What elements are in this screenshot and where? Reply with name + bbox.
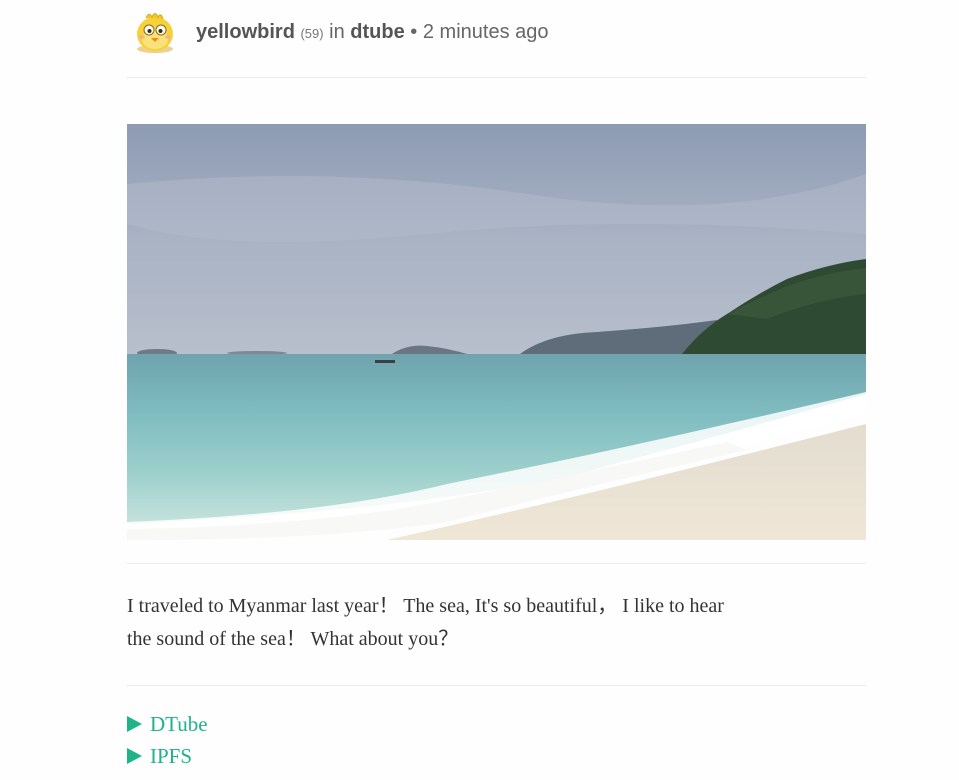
post-body: I traveled to Myanmar last year！ The sea… xyxy=(127,590,866,656)
ipfs-link[interactable]: IPFS xyxy=(127,740,208,772)
author-line: yellowbird (59) in dtube • 2 minutes ago xyxy=(196,21,549,44)
avatar[interactable] xyxy=(132,9,178,55)
dtube-link[interactable]: DTube xyxy=(127,708,208,740)
yellow-bird-icon xyxy=(137,13,173,53)
body-divider xyxy=(127,685,866,686)
separator-dot: • xyxy=(410,20,418,43)
image-divider xyxy=(127,563,866,564)
post-image[interactable] xyxy=(127,124,866,540)
beach-photo xyxy=(127,124,866,540)
play-triangle-icon xyxy=(127,748,142,764)
post-time[interactable]: 2 minutes ago xyxy=(423,21,549,43)
post-header: yellowbird (59) in dtube • 2 minutes ago xyxy=(132,8,549,56)
ipfs-link-label: IPFS xyxy=(150,744,193,768)
play-triangle-icon xyxy=(127,716,142,732)
video-links: DTube IPFS xyxy=(127,708,208,772)
author-name[interactable]: yellowbird xyxy=(196,21,295,43)
author-reputation: (59) xyxy=(300,25,324,41)
post-body-line-2: the sound of the sea！ What about you？ xyxy=(127,628,459,650)
community-link[interactable]: dtube xyxy=(350,21,404,43)
post-body-line-1: I traveled to Myanmar last year！ The sea… xyxy=(127,595,724,617)
header-divider xyxy=(127,77,866,78)
dtube-link-label: DTube xyxy=(150,712,208,736)
in-label: in xyxy=(329,20,345,43)
